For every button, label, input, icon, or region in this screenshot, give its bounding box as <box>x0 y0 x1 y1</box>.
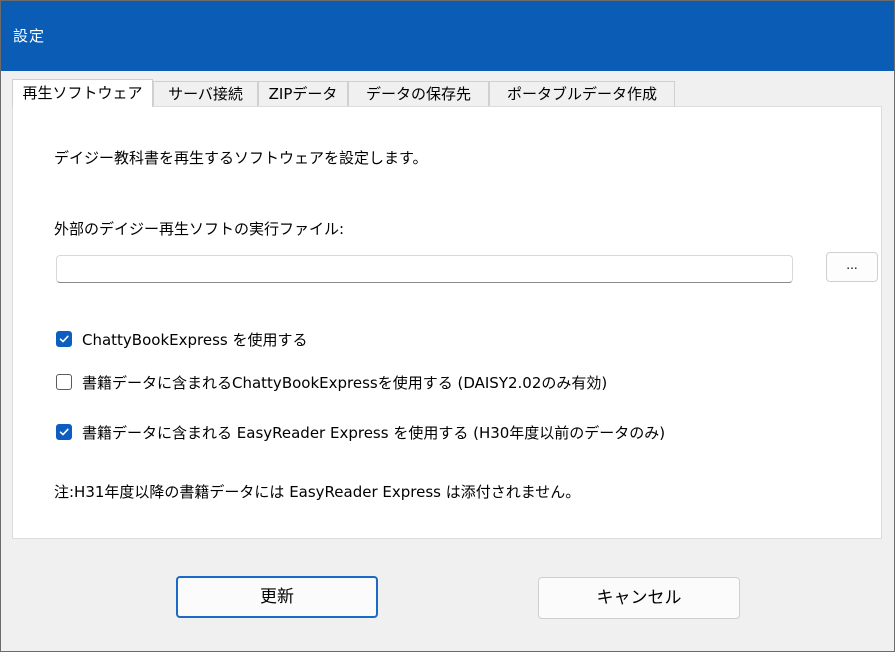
option-easyreader-checkbox[interactable] <box>56 424 72 440</box>
tab-playback-software[interactable]: 再生ソフトウェア <box>12 79 153 107</box>
window-title: 設定 <box>13 27 46 45</box>
browse-button[interactable]: ... <box>826 252 878 282</box>
external-player-label: 外部のデイジー再生ソフトの実行ファイル: <box>54 220 345 238</box>
tab-server-connection[interactable]: サーバ接続 <box>153 81 258 106</box>
option-easyreader-label: 書籍データに含まれる EasyReader Express を使用する (H30… <box>82 424 666 442</box>
checkmark-icon <box>59 335 69 343</box>
tab-data-storage[interactable]: データの保存先 <box>348 81 489 106</box>
easyreader-note: 注:H31年度以降の書籍データには EasyReader Express は添付… <box>54 483 581 501</box>
option-bundled-chattybook-label: 書籍データに含まれるChattyBookExpressを使用する (DAISY2… <box>82 374 608 392</box>
update-button[interactable]: 更新 <box>176 576 378 618</box>
tab-portable-data[interactable]: ポータブルデータ作成 <box>489 81 675 106</box>
tab-panel: デイジー教科書を再生するソフトウェアを設定します。 外部のデイジー再生ソフトの実… <box>12 106 882 539</box>
title-bar[interactable]: 設定 <box>1 1 894 71</box>
settings-dialog: 設定 再生ソフトウェア サーバ接続 ZIPデータ データの保存先 ポータブルデー… <box>0 0 895 652</box>
checkmark-icon <box>59 428 69 436</box>
tab-zip-data[interactable]: ZIPデータ <box>258 81 348 106</box>
option-chattybook-checkbox[interactable] <box>56 331 72 347</box>
option-bundled-chattybook-checkbox[interactable] <box>56 374 72 390</box>
cancel-button[interactable]: キャンセル <box>538 577 740 619</box>
external-player-path-input[interactable] <box>56 255 793 283</box>
option-chattybook-label: ChattyBookExpress を使用する <box>82 331 308 349</box>
panel-description: デイジー教科書を再生するソフトウェアを設定します。 <box>54 149 428 167</box>
